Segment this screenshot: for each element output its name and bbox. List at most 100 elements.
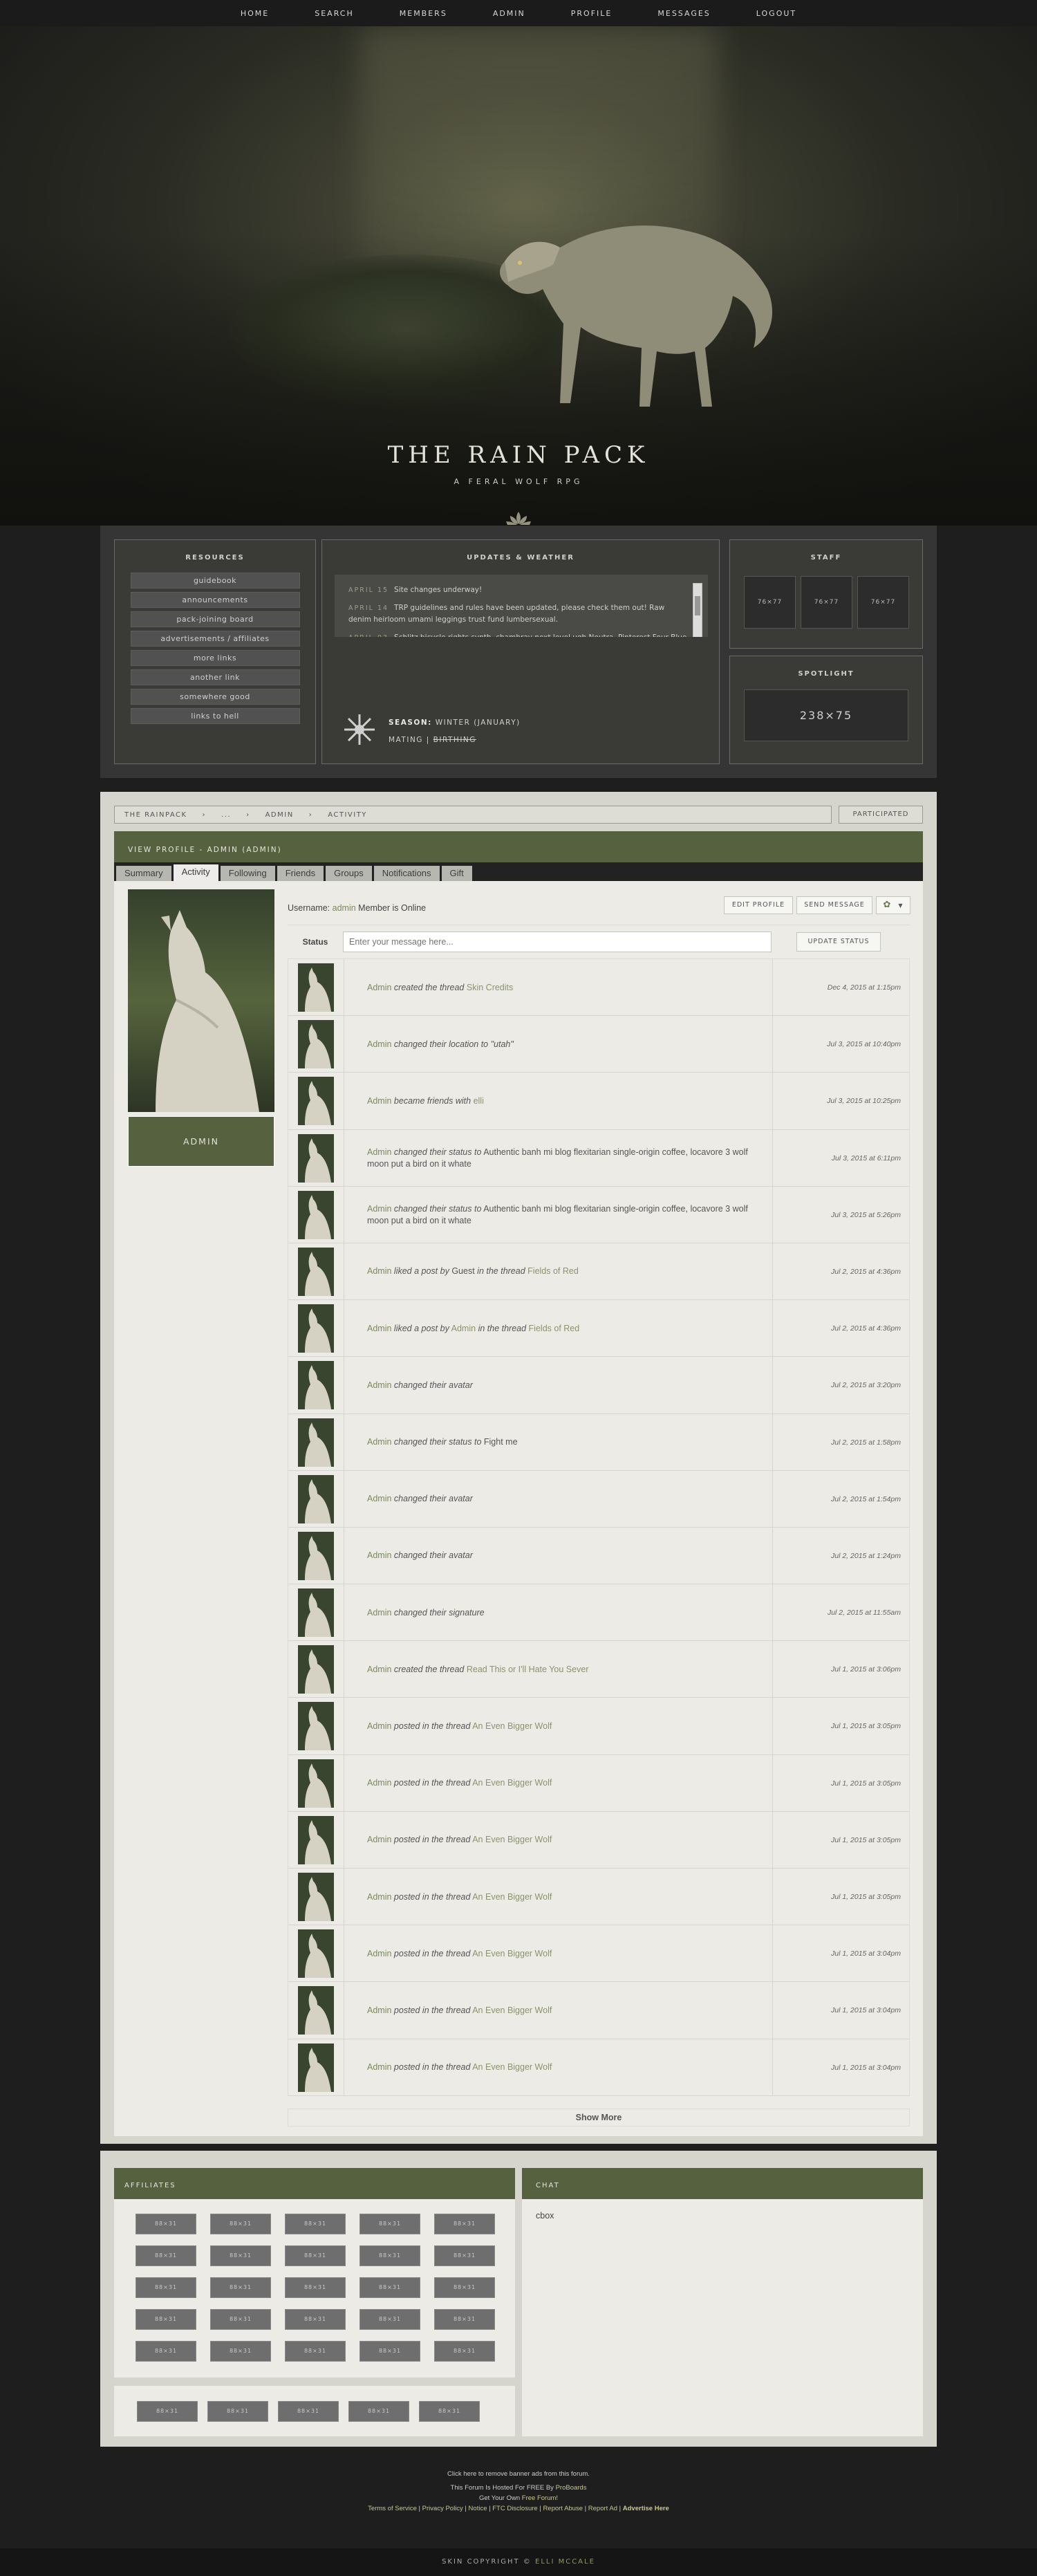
feed-target-link[interactable]: An Even Bigger Wolf: [472, 1778, 552, 1788]
affiliate-button[interactable]: 88×31: [136, 2277, 196, 2298]
feed-avatar[interactable]: [298, 1361, 334, 1410]
affiliate-button[interactable]: 88×31: [434, 2341, 495, 2362]
affiliate-button[interactable]: 88×31: [285, 2309, 346, 2330]
options-button[interactable]: ✿ ▼: [876, 896, 910, 914]
scroll-thumb[interactable]: [695, 596, 700, 615]
feed-target-link[interactable]: Read This or I'll Hate You Sever: [467, 1665, 589, 1674]
feed-target-link[interactable]: elli: [474, 1096, 484, 1106]
affiliate-button[interactable]: 88×31: [419, 2401, 480, 2422]
feed-target-link[interactable]: An Even Bigger Wolf: [472, 1721, 552, 1731]
nav-link-home[interactable]: HOME: [218, 9, 292, 18]
feed-user-link[interactable]: Admin: [367, 1892, 391, 1902]
edit-profile-button[interactable]: EDIT PROFILE: [724, 896, 793, 914]
affiliate-button[interactable]: 88×31: [359, 2277, 420, 2298]
feed-avatar[interactable]: [298, 1020, 334, 1069]
participated-button[interactable]: PARTICIPATED: [839, 806, 923, 824]
affiliate-button[interactable]: 88×31: [210, 2341, 271, 2362]
affiliate-button[interactable]: 88×31: [434, 2245, 495, 2266]
feed-user-link[interactable]: Admin: [367, 983, 391, 992]
feed-avatar[interactable]: [298, 1190, 334, 1239]
nav-link-members[interactable]: MEMBERS: [377, 9, 470, 18]
author-link[interactable]: ELLI MCCALE: [535, 2558, 595, 2566]
feed-target-link[interactable]: Admin: [451, 1324, 476, 1333]
tab-following[interactable]: Following: [220, 866, 275, 881]
send-message-button[interactable]: SEND MESSAGE: [796, 896, 872, 914]
feed-user-link[interactable]: Admin: [367, 2062, 391, 2072]
affiliate-button[interactable]: 88×31: [210, 2214, 271, 2234]
affiliate-button[interactable]: 88×31: [434, 2309, 495, 2330]
footer-link[interactable]: Notice: [469, 2505, 487, 2512]
affiliate-button[interactable]: 88×31: [137, 2401, 198, 2422]
feed-avatar[interactable]: [298, 963, 334, 1012]
affiliate-button[interactable]: 88×31: [359, 2214, 420, 2234]
staff-avatar[interactable]: 76×77: [857, 576, 909, 629]
breadcrumb-item[interactable]: ADMIN: [265, 811, 294, 819]
feed-target-link[interactable]: Fields of Red: [529, 1324, 580, 1333]
feed-user-link[interactable]: Admin: [367, 1550, 391, 1560]
feed-target-link[interactable]: An Even Bigger Wolf: [472, 2062, 552, 2072]
feed-user-link[interactable]: Admin: [367, 1324, 391, 1333]
nav-link-profile[interactable]: PROFILE: [548, 9, 635, 18]
resource-link[interactable]: guidebook: [130, 573, 300, 589]
feed-target-link[interactable]: Skin Credits: [467, 983, 513, 992]
updates-scrollbox[interactable]: APRIL 15 Site changes underway! APRIL 14 TR…: [335, 575, 708, 637]
free-forum-link[interactable]: Free Forum!: [522, 2494, 558, 2502]
feed-user-link[interactable]: Admin: [367, 1608, 391, 1618]
username-link[interactable]: admin: [333, 903, 356, 913]
feed-user-link[interactable]: Admin: [367, 1147, 391, 1157]
feed-avatar[interactable]: [298, 1304, 334, 1353]
resource-link[interactable]: links to hell: [130, 708, 300, 724]
feed-user-link[interactable]: Admin: [367, 1266, 391, 1276]
affiliate-button[interactable]: 88×31: [207, 2401, 268, 2422]
tab-friends[interactable]: Friends: [277, 866, 324, 881]
affiliate-button[interactable]: 88×31: [359, 2309, 420, 2330]
feed-user-link[interactable]: Admin: [367, 1437, 391, 1447]
nav-link-logout[interactable]: LOGOUT: [734, 9, 819, 18]
tab-summary[interactable]: Summary: [116, 866, 171, 881]
footer-link[interactable]: Report Abuse: [543, 2505, 583, 2512]
tab-gift[interactable]: Gift: [441, 866, 472, 881]
feed-user-link[interactable]: Admin: [367, 1380, 391, 1390]
nav-link-admin[interactable]: ADMIN: [470, 9, 548, 18]
feed-user-link[interactable]: Admin: [367, 2005, 391, 2015]
show-more-button[interactable]: Show More: [288, 2109, 910, 2126]
feed-user-link[interactable]: Admin: [367, 1949, 391, 1958]
affiliate-button[interactable]: 88×31: [136, 2309, 196, 2330]
feed-user-link[interactable]: Admin: [367, 1721, 391, 1731]
affiliate-button[interactable]: 88×31: [136, 2245, 196, 2266]
affiliate-button[interactable]: 88×31: [210, 2277, 271, 2298]
tab-activity[interactable]: Activity: [173, 864, 218, 881]
affiliate-button[interactable]: 88×31: [210, 2245, 271, 2266]
resource-link[interactable]: advertisements / affiliates: [130, 631, 300, 647]
feed-avatar[interactable]: [298, 1077, 334, 1126]
feed-user-link[interactable]: Admin: [367, 1096, 391, 1106]
feed-avatar[interactable]: [298, 1986, 334, 2035]
feed-user-link[interactable]: Admin: [367, 1204, 391, 1214]
affiliate-button[interactable]: 88×31: [359, 2245, 420, 2266]
feed-avatar[interactable]: [298, 1247, 334, 1296]
feed-target-link[interactable]: An Even Bigger Wolf: [472, 1835, 552, 1844]
feed-avatar[interactable]: [298, 1929, 334, 1979]
nav-link-search[interactable]: SEARCH: [292, 9, 377, 18]
resource-link[interactable]: announcements: [130, 592, 300, 608]
affiliate-button[interactable]: 88×31: [285, 2214, 346, 2234]
affiliate-button[interactable]: 88×31: [210, 2309, 271, 2330]
footer-link[interactable]: Terms of Service: [368, 2505, 417, 2512]
breadcrumb-item[interactable]: ...: [221, 811, 231, 819]
resource-link[interactable]: another link: [130, 669, 300, 685]
feed-target-link[interactable]: An Even Bigger Wolf: [472, 1949, 552, 1958]
feed-avatar[interactable]: [298, 2043, 334, 2092]
feed-user-link[interactable]: Admin: [367, 1778, 391, 1788]
tab-groups[interactable]: Groups: [326, 866, 372, 881]
proboards-link[interactable]: ProBoards: [556, 2484, 587, 2492]
affiliate-button[interactable]: 88×31: [285, 2341, 346, 2362]
affiliate-button[interactable]: 88×31: [136, 2341, 196, 2362]
breadcrumb-item[interactable]: ACTIVITY: [328, 811, 367, 819]
footer-link[interactable]: Advertise Here: [623, 2505, 669, 2512]
update-status-button[interactable]: UPDATE STATUS: [796, 932, 881, 952]
staff-avatar[interactable]: 76×77: [744, 576, 796, 629]
updates-scrollbar[interactable]: [693, 583, 702, 637]
feed-avatar[interactable]: [298, 1702, 334, 1751]
affiliate-button[interactable]: 88×31: [136, 2214, 196, 2234]
footer-link[interactable]: FTC Disclosure: [492, 2505, 537, 2512]
